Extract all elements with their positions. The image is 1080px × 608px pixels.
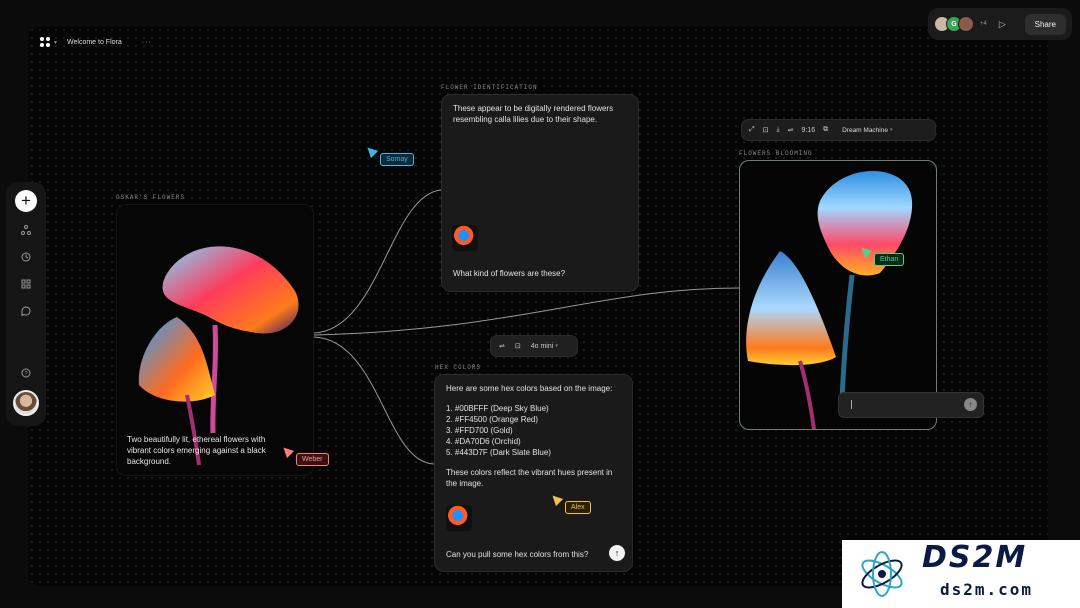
comment-icon[interactable]: [17, 302, 35, 320]
watermark-subtitle: ds2m.com: [940, 580, 1034, 599]
bookmark-icon[interactable]: ⊡: [763, 126, 769, 134]
chat-node-flower-identification[interactable]: These appear to be digitally rendered fl…: [441, 94, 639, 292]
cursor-name: Weber: [296, 453, 329, 466]
adjust-icon[interactable]: ⇌: [788, 126, 794, 134]
cursor-icon: [363, 143, 379, 159]
collaborator-cursor: Ethan: [857, 243, 905, 266]
cursor-name: Alex: [565, 501, 591, 514]
list-item: 4. #DA70D6 (Orchid): [446, 437, 521, 446]
expand-icon[interactable]: ⤢: [749, 126, 755, 134]
project-title[interactable]: Welcome to Flora: [67, 39, 122, 46]
collaborator-cursor: Weber: [279, 443, 329, 466]
cursor-name: Ethan: [874, 253, 905, 266]
hex-color-list: 1. #00BFFF (Deep Sky Blue) 2. #FF4500 (O…: [446, 403, 621, 458]
image-thumbnail[interactable]: [452, 225, 478, 251]
image-thumbnail[interactable]: [446, 505, 472, 531]
collaborator-avatars[interactable]: G: [934, 16, 974, 32]
avatar[interactable]: [958, 16, 974, 32]
atom-logo-icon: [861, 551, 903, 597]
image-caption: Two beautifully lit, ethereal flowers wi…: [127, 435, 266, 466]
list-item: 1. #00BFFF (Deep Sky Blue): [446, 404, 549, 413]
aspect-ratio[interactable]: 9:16: [801, 127, 815, 134]
project-header: ▾ Welcome to Flora ···: [40, 37, 152, 47]
send-button[interactable]: ↑: [964, 398, 977, 411]
adjust-icon[interactable]: ⇌: [499, 342, 505, 350]
video-node-toolbar: ⤢ ⊡ ⤓ ⇌ 9:16 ⧉ Dream Machine ▾: [741, 119, 936, 141]
collaborator-cursor: Somay: [363, 143, 414, 166]
flora-logo-icon[interactable]: [40, 37, 50, 47]
node-toolbar: ⇌ ⊡ 4o mini ▾: [490, 335, 578, 357]
user-question: Can you pull some hex colors from this?: [446, 550, 589, 559]
list-item: 2. #FF4500 (Orange Red): [446, 415, 539, 424]
assistant-response-intro: Here are some hex colors based on the im…: [446, 384, 613, 393]
help-icon[interactable]: ?: [17, 364, 35, 382]
left-toolbar: + ?: [6, 182, 46, 426]
collaboration-bar: G +4 ▷ Share: [928, 8, 1072, 40]
nodes-icon[interactable]: [17, 221, 35, 239]
list-item: 3. #FFD700 (Gold): [446, 426, 513, 435]
watermark-title: DS2M: [922, 540, 1028, 575]
share-button[interactable]: Share: [1024, 13, 1066, 35]
cursor-icon: [857, 243, 873, 259]
play-icon[interactable]: ▷: [999, 19, 1006, 30]
list-item: 5. #443D7F (Dark Slate Blue): [446, 448, 551, 457]
model-selector[interactable]: Dream Machine: [842, 127, 888, 134]
flower-video-frame: [746, 171, 913, 429]
chevron-down-icon[interactable]: ▾: [555, 343, 558, 349]
node-label-flowers-blooming: FLOWERS BLOOMING: [739, 150, 813, 157]
model-selector[interactable]: 4o mini: [531, 343, 554, 350]
send-button[interactable]: ↑: [609, 545, 625, 561]
cursor-name: Somay: [380, 153, 414, 166]
history-icon[interactable]: [17, 248, 35, 266]
cursor-icon: [279, 443, 295, 459]
node-label-oskars-flowers: OSKAR'S FLOWERS: [116, 194, 186, 201]
apps-icon[interactable]: [17, 275, 35, 293]
video-prompt-input[interactable]: ↑: [838, 392, 984, 418]
node-label-flower-identification: FLOWER IDENTIFICATION: [441, 84, 538, 91]
more-options-button[interactable]: ···: [142, 39, 152, 46]
chevron-down-icon[interactable]: ▾: [54, 39, 57, 46]
add-node-button[interactable]: +: [15, 190, 37, 212]
download-icon[interactable]: ⤓: [776, 126, 779, 134]
user-avatar[interactable]: [13, 390, 39, 416]
collaborator-cursor: Alex: [548, 491, 591, 514]
bookmark-icon[interactable]: ⊡: [515, 342, 521, 350]
assistant-response: These appear to be digitally rendered fl…: [453, 104, 614, 124]
chat-node-hex-colors[interactable]: Here are some hex colors based on the im…: [434, 374, 633, 572]
node-label-hex-colors: HEX COLORS: [435, 364, 482, 371]
image-node-oskars-flowers[interactable]: Two beautifully lit, ethereal flowers wi…: [116, 204, 314, 476]
video-node-flowers-blooming[interactable]: [739, 160, 937, 430]
more-collaborators-count[interactable]: +4: [980, 21, 987, 27]
chevron-down-icon[interactable]: ▾: [890, 127, 893, 133]
user-question: What kind of flowers are these?: [453, 269, 566, 278]
copy-icon[interactable]: ⧉: [823, 126, 828, 134]
cursor-icon: [548, 491, 564, 507]
watermark: DS2M ds2m.com: [842, 540, 1080, 608]
assistant-response-outro: These colors reflect the vibrant hues pr…: [446, 468, 613, 488]
